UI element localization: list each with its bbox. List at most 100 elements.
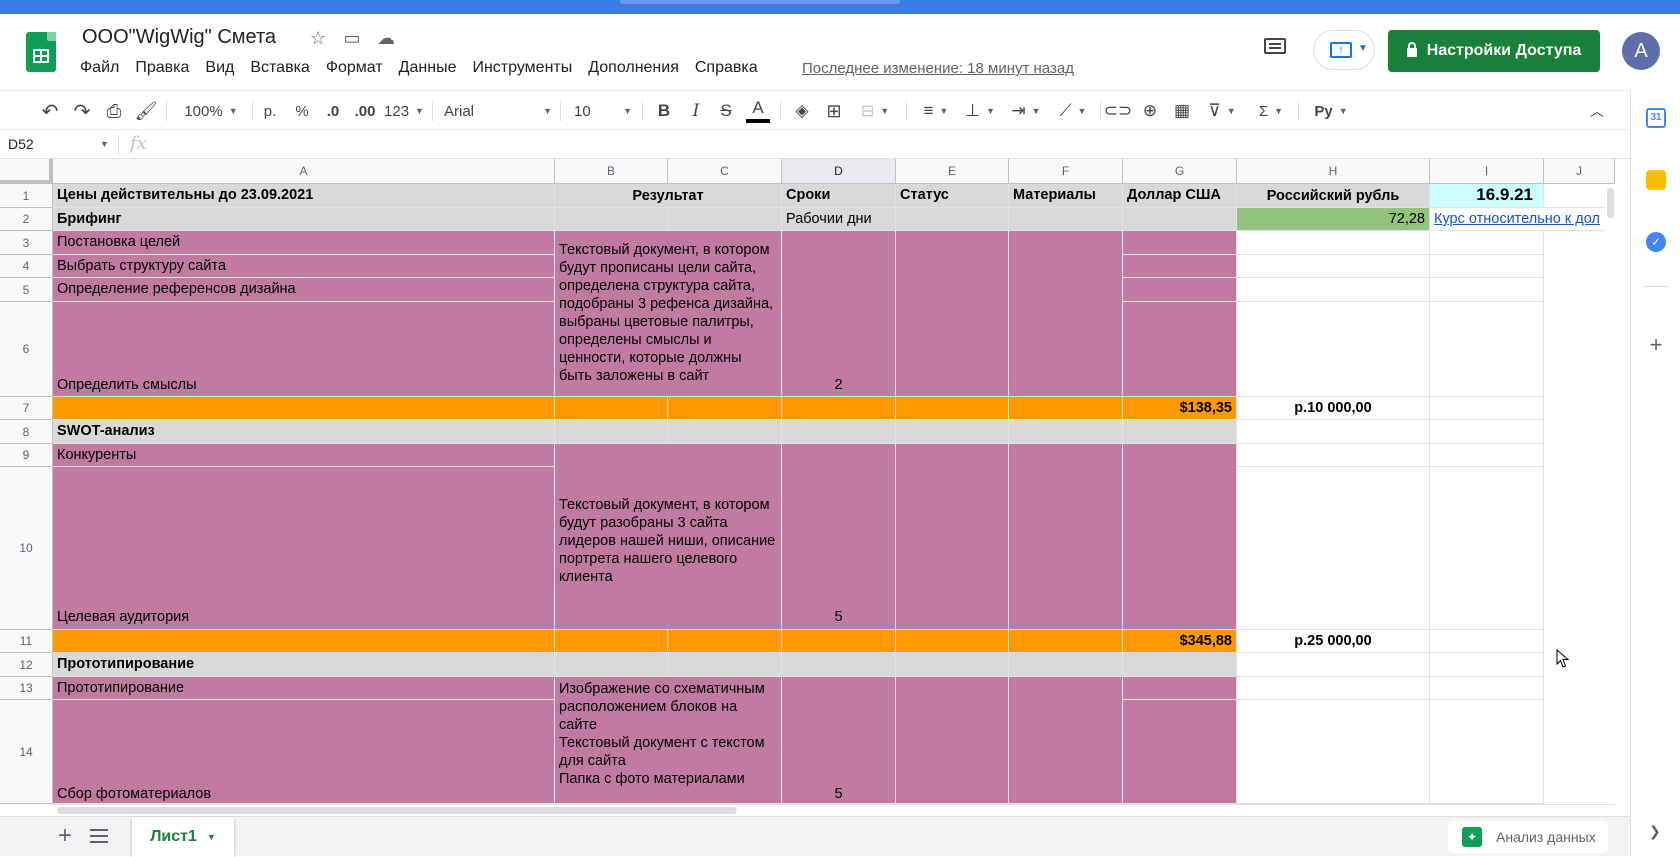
cell-d13[interactable]: 5 bbox=[782, 677, 896, 804]
cell-i8[interactable] bbox=[1430, 420, 1544, 444]
menu-insert[interactable]: Вставка bbox=[250, 59, 309, 77]
cell-h11[interactable]: р.25 000,00 bbox=[1237, 630, 1430, 653]
cell-a2[interactable]: Брифинг bbox=[53, 208, 555, 231]
tasks-icon[interactable]: ✓ bbox=[1646, 232, 1666, 252]
cell-i3[interactable] bbox=[1430, 231, 1544, 255]
redo-icon[interactable]: ↷ bbox=[70, 97, 94, 125]
cell-g1[interactable]: Доллар США bbox=[1123, 184, 1237, 208]
insert-chart-icon[interactable]: ▦ bbox=[1170, 97, 1194, 125]
cloud-status-icon[interactable]: ☁ bbox=[376, 28, 396, 49]
column-header[interactable]: A bbox=[53, 159, 555, 184]
menu-edit[interactable]: Правка bbox=[135, 59, 189, 77]
column-header[interactable]: C bbox=[668, 159, 782, 184]
strikethrough-button[interactable]: S bbox=[714, 97, 738, 125]
cell-a4[interactable]: Выбрать структуру сайта bbox=[53, 255, 555, 278]
cell-e9[interactable] bbox=[896, 444, 1009, 630]
cell-d7[interactable] bbox=[782, 397, 896, 420]
last-edit-link[interactable]: Последнее изменение: 18 минут назад bbox=[802, 60, 1074, 77]
all-sheets-icon[interactable] bbox=[90, 829, 108, 843]
cell-e13[interactable] bbox=[896, 677, 1009, 804]
cell-a9[interactable]: Конкуренты bbox=[53, 444, 555, 467]
undo-icon[interactable]: ↶ bbox=[38, 97, 62, 125]
cell-i7[interactable] bbox=[1430, 397, 1544, 420]
cell-f13[interactable] bbox=[1009, 677, 1123, 804]
row-header[interactable]: 3 bbox=[0, 231, 53, 255]
comments-icon[interactable] bbox=[1262, 36, 1288, 60]
row-header[interactable]: 12 bbox=[0, 653, 53, 677]
cell-h8[interactable] bbox=[1237, 420, 1430, 444]
chevron-down-icon[interactable]: ▼ bbox=[207, 832, 216, 842]
cell-c2[interactable] bbox=[668, 208, 782, 231]
cell-a12[interactable]: Прототипирование bbox=[53, 653, 555, 677]
menu-help[interactable]: Справка bbox=[695, 59, 758, 77]
collapse-toolbar-icon[interactable]: ︿ bbox=[1585, 97, 1609, 125]
calendar-icon[interactable]: 31 bbox=[1646, 108, 1666, 128]
text-rotate-icon[interactable]: ⟋ ▼ bbox=[1054, 97, 1092, 125]
menu-tools[interactable]: Инструменты bbox=[472, 59, 572, 77]
cell-h9[interactable] bbox=[1237, 444, 1430, 467]
cell-g2[interactable] bbox=[1123, 208, 1237, 231]
menu-format[interactable]: Формат bbox=[326, 59, 383, 77]
cell-i2-link[interactable]: Курс относительно к дол bbox=[1430, 208, 1615, 231]
cell-c7[interactable] bbox=[668, 397, 782, 420]
sheets-logo-icon[interactable] bbox=[26, 32, 56, 72]
cell-g14[interactable] bbox=[1123, 700, 1237, 804]
cell-e12[interactable] bbox=[896, 653, 1009, 677]
cell-g3[interactable] bbox=[1123, 231, 1237, 255]
column-header[interactable]: H bbox=[1237, 159, 1430, 184]
column-header[interactable]: F bbox=[1009, 159, 1123, 184]
cell-b2[interactable] bbox=[555, 208, 668, 231]
share-button[interactable]: Настройки Доступа bbox=[1388, 30, 1600, 72]
insert-comment-icon[interactable]: ⊕ bbox=[1138, 97, 1162, 125]
cell-i10[interactable] bbox=[1430, 467, 1544, 630]
cell-e3[interactable] bbox=[896, 231, 1009, 397]
align-vertical-icon[interactable]: ⊥ ▼ bbox=[962, 97, 998, 125]
cell-d6[interactable]: 2 bbox=[782, 302, 896, 397]
borders-icon[interactable]: ⊞ bbox=[822, 97, 846, 125]
cell-h7[interactable]: р.10 000,00 bbox=[1237, 397, 1430, 420]
cell-c12[interactable] bbox=[668, 653, 782, 677]
row-header[interactable]: 7 bbox=[0, 397, 53, 420]
cell-f7[interactable] bbox=[1009, 397, 1123, 420]
cell-g8[interactable] bbox=[1123, 420, 1237, 444]
cell-a6[interactable]: Определить смыслы bbox=[53, 302, 555, 397]
column-header[interactable]: B bbox=[555, 159, 668, 184]
cell-f11[interactable] bbox=[1009, 630, 1123, 653]
fill-color-icon[interactable]: ◈ bbox=[790, 97, 814, 125]
cell-f3[interactable] bbox=[1009, 231, 1123, 397]
functions-button[interactable]: Σ ▼ bbox=[1252, 97, 1290, 125]
menu-data[interactable]: Данные bbox=[399, 59, 457, 77]
cell-b1[interactable]: Результат bbox=[555, 184, 782, 208]
move-folder-icon[interactable]: ▭ bbox=[342, 28, 362, 49]
cell-g9[interactable] bbox=[1123, 444, 1237, 630]
cell-h10[interactable] bbox=[1237, 467, 1430, 630]
cell-f12[interactable] bbox=[1009, 653, 1123, 677]
cell-d3[interactable] bbox=[782, 231, 896, 302]
cell-b13-merged[interactable]: Изображение со схематичным расположением… bbox=[555, 677, 782, 804]
cell-i6[interactable] bbox=[1430, 302, 1544, 397]
menu-addons[interactable]: Дополнения bbox=[588, 59, 679, 77]
cell-g7[interactable]: $138,35 bbox=[1123, 397, 1237, 420]
cell-d12[interactable] bbox=[782, 653, 896, 677]
cell-i11[interactable] bbox=[1430, 630, 1544, 653]
row-header[interactable]: 9 bbox=[0, 444, 53, 467]
row-header[interactable]: 8 bbox=[0, 420, 53, 444]
cell-d9[interactable]: 5 bbox=[782, 444, 896, 630]
cell-f8[interactable] bbox=[1009, 420, 1123, 444]
cell-e1[interactable]: Статус bbox=[896, 184, 1009, 208]
row-header[interactable]: 1 bbox=[0, 184, 53, 208]
cell-i4[interactable] bbox=[1430, 255, 1544, 278]
text-color-button[interactable]: A bbox=[746, 97, 770, 123]
explore-button[interactable]: ✦ Анализ данных bbox=[1448, 821, 1608, 853]
font-size-select[interactable]: 10 ▼ bbox=[574, 97, 632, 125]
cell-g4[interactable] bbox=[1123, 255, 1237, 278]
paint-format-icon[interactable]: 🖌 bbox=[134, 97, 158, 125]
cell-i14[interactable] bbox=[1430, 700, 1544, 804]
column-header[interactable]: E bbox=[896, 159, 1009, 184]
zoom-select[interactable]: 100% ▼ bbox=[176, 97, 246, 125]
menu-file[interactable]: Файл bbox=[80, 59, 119, 77]
cell-h4[interactable] bbox=[1237, 255, 1430, 278]
add-addon-icon[interactable]: + bbox=[1646, 332, 1666, 358]
column-header[interactable]: J bbox=[1544, 159, 1615, 184]
row-header[interactable]: 14 bbox=[0, 700, 53, 804]
